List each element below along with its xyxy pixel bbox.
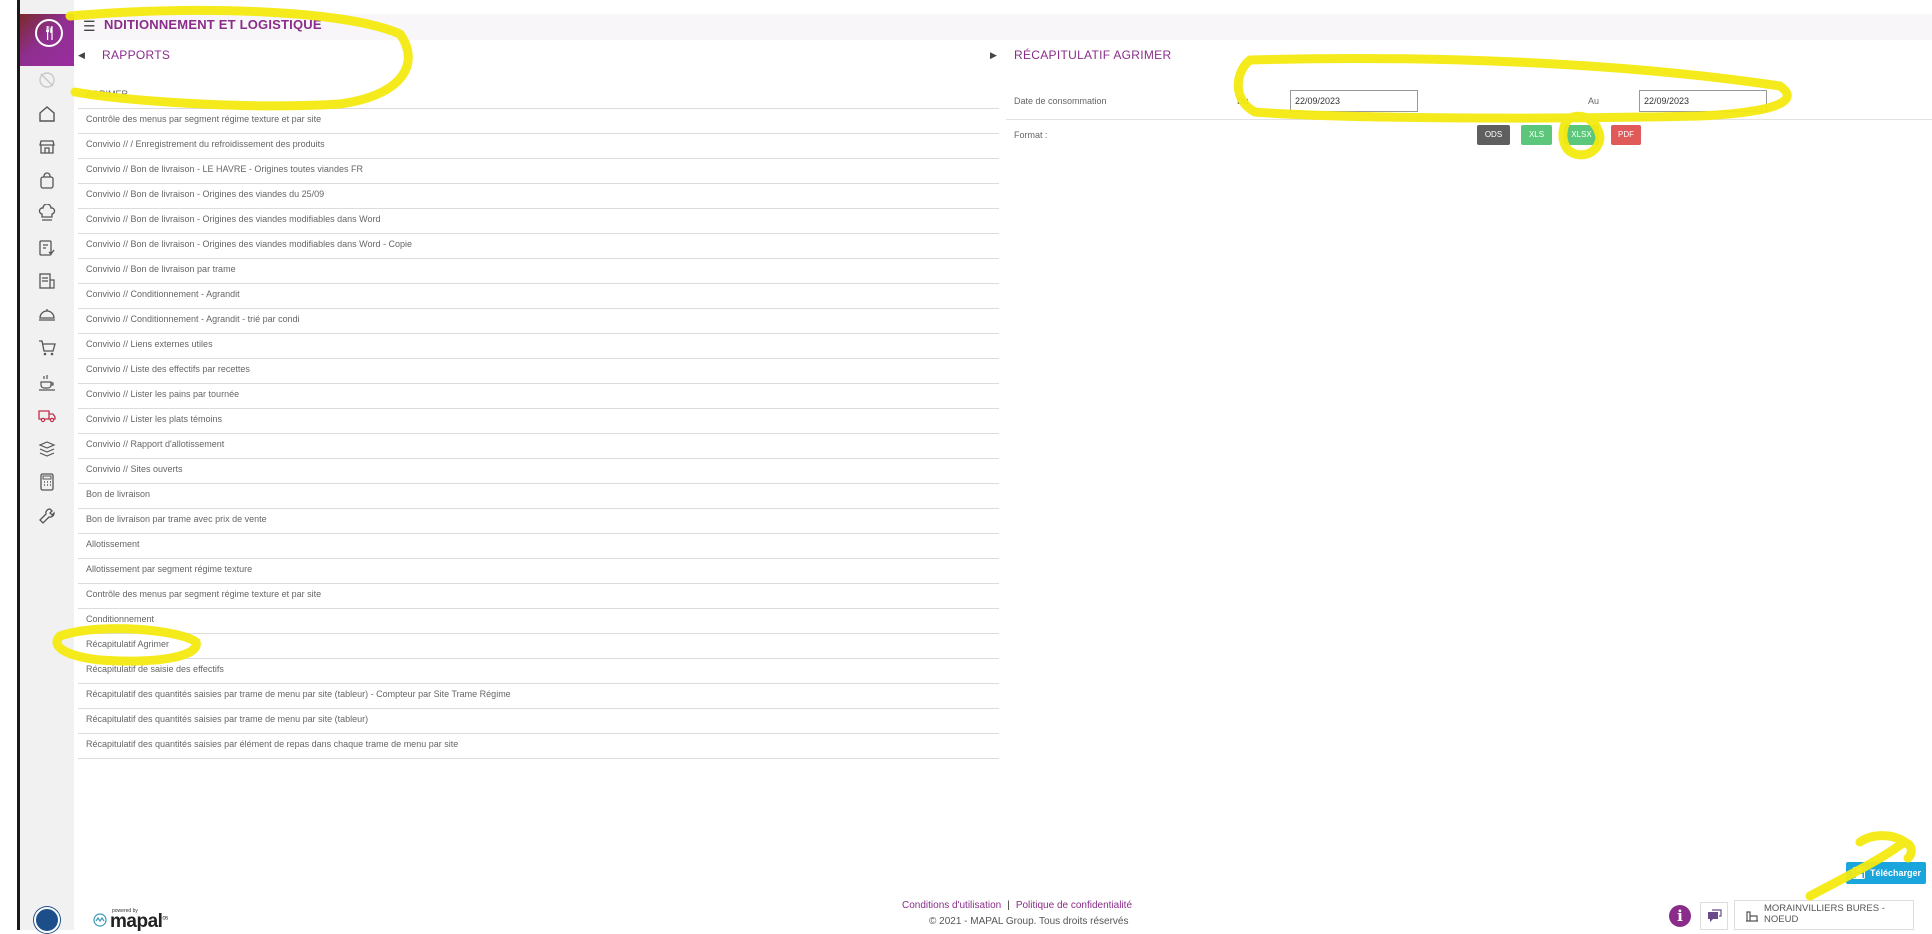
report-list-item[interactable]: Convivio // Conditionnement - Agrandit <box>78 284 999 309</box>
expand-right-icon[interactable]: ▶ <box>990 50 997 61</box>
top-bar <box>74 14 1932 40</box>
report-list-item[interactable]: Conditionnement <box>78 609 999 634</box>
report-list-item[interactable]: Convivio // Liste des effectifs par rece… <box>78 359 999 384</box>
cart-icon[interactable] <box>37 338 57 358</box>
report-list-item[interactable]: Récapitulatif de saisie des effectifs <box>78 659 999 684</box>
bag-icon[interactable] <box>37 171 57 191</box>
report-list-item[interactable]: Convivio // Bon de livraison - Origines … <box>78 209 999 234</box>
footer-links: Conditions d'utilisation | Politique de co… <box>902 900 1132 911</box>
format-ods-button[interactable]: ODS <box>1477 125 1510 145</box>
delivery-truck-icon[interactable] <box>37 405 57 425</box>
report-list-item[interactable]: Récapitulatif Agrimer <box>78 634 999 659</box>
divider <box>1006 119 1932 120</box>
report-list-item[interactable]: Récapitulatif des quantités saisies par … <box>78 709 999 734</box>
mapal-brand-text: mapal <box>110 911 163 932</box>
format-xlsx-button[interactable]: XLSX <box>1564 125 1599 145</box>
report-list-item[interactable]: Convivio // Conditionnement - Agrandit -… <box>78 309 999 334</box>
detail-panel-title: RÉCAPITULATIF AGRIMER <box>1014 48 1172 62</box>
report-list-item[interactable]: Convivio // / Enregistrement du refroidi… <box>78 134 999 159</box>
hot-drink-icon[interactable] <box>37 372 57 392</box>
copyright: © 2021 - MAPAL Group. Tous droits réserv… <box>929 916 1129 927</box>
window-left-edge <box>0 0 18 930</box>
cloche-icon[interactable] <box>37 305 57 325</box>
reports-panel-title: RAPPORTS <box>102 48 171 62</box>
hamburger-icon[interactable]: ☰ <box>83 18 96 35</box>
report-list-item[interactable]: Bon de livraison <box>78 484 999 509</box>
report-list-item[interactable]: Allotissement par segment régime texture <box>78 559 999 584</box>
store-icon[interactable] <box>37 137 57 157</box>
terms-link[interactable]: Conditions d'utilisation <box>902 900 1001 911</box>
chat-bubble-icon <box>1708 909 1722 922</box>
wrench-icon[interactable] <box>37 506 57 526</box>
report-list-item[interactable]: Convivio // Lister les pains par tournée <box>78 384 999 409</box>
page-title: NDITIONNEMENT ET LOGISTIQUE <box>104 17 322 32</box>
privacy-link[interactable]: Politique de confidentialité <box>1016 900 1132 911</box>
report-list-item[interactable]: Convivio // Bon de livraison - Origines … <box>78 184 999 209</box>
save-disk-icon <box>1853 867 1865 879</box>
report-list-item[interactable]: Convivio // Lister les plats témoins <box>78 409 999 434</box>
to-label: Au <box>1588 96 1600 106</box>
report-list-item[interactable]: Contrôle des menus par segment régime te… <box>78 584 999 609</box>
collapse-left-icon[interactable]: ◀ <box>78 50 85 61</box>
format-pdf-button[interactable]: PDF <box>1611 125 1641 145</box>
report-list-item[interactable]: Convivio // Bon de livraison par trame <box>78 259 999 284</box>
site-name: MORAINVILLIERS BURES - NOEUD <box>1764 903 1885 925</box>
report-list-item[interactable]: Allotissement <box>78 534 999 559</box>
report-list-item[interactable]: Convivio // Liens externes utiles <box>78 334 999 359</box>
document-building-icon[interactable] <box>37 271 57 291</box>
report-list-item[interactable]: Récapitulatif des quantités saisies par … <box>78 734 999 759</box>
footer-separator: | <box>1007 900 1010 911</box>
report-list-item[interactable]: Convivio // Sites ouverts <box>78 459 999 484</box>
chef-hat-icon[interactable] <box>37 203 57 224</box>
box-stack-icon[interactable] <box>37 439 57 459</box>
fork-knife-logo-icon <box>35 19 63 47</box>
home-icon[interactable] <box>37 104 57 124</box>
to-date-input[interactable]: 22/09/2023 <box>1639 90 1767 112</box>
calculator-icon[interactable] <box>37 472 57 492</box>
download-label: Télécharger <box>1870 868 1922 878</box>
report-list-item[interactable]: Récapitulatif des quantités saisies par … <box>78 684 999 709</box>
disabled-plate-icon[interactable] <box>37 70 57 90</box>
report-list-item[interactable]: Convivio // Bon de livraison - Origines … <box>78 234 999 259</box>
report-list-item[interactable]: Bon de livraison par trame avec prix de … <box>78 509 999 534</box>
format-label: Format : <box>1014 130 1048 140</box>
chat-button[interactable] <box>1700 902 1728 930</box>
report-list-item[interactable]: Convivio // Rapport d'allotissement <box>78 434 999 459</box>
building-icon <box>1746 911 1758 922</box>
report-list: AGRIMER Contrôle des menus par segment ré… <box>78 84 999 759</box>
bottom-app-logo[interactable] <box>34 907 60 933</box>
info-icon[interactable]: i <box>1669 905 1691 927</box>
download-button[interactable]: Télécharger <box>1846 862 1926 884</box>
report-list-item[interactable]: AGRIMER <box>78 84 999 109</box>
date-label: Date de consommation <box>1014 96 1107 106</box>
report-list-item[interactable]: Convivio // Bon de livraison - LE HAVRE … <box>78 159 999 184</box>
mapal-wave-icon <box>93 913 107 927</box>
format-xls-button[interactable]: XLS <box>1521 125 1552 145</box>
mapal-brand-sup: os <box>162 915 168 922</box>
from-date-input[interactable]: 22/09/2023 <box>1290 90 1418 112</box>
recipe-card-icon[interactable] <box>37 238 57 258</box>
from-label: Du <box>1237 96 1249 106</box>
report-list-item[interactable]: Contrôle des menus par segment régime te… <box>78 109 999 134</box>
